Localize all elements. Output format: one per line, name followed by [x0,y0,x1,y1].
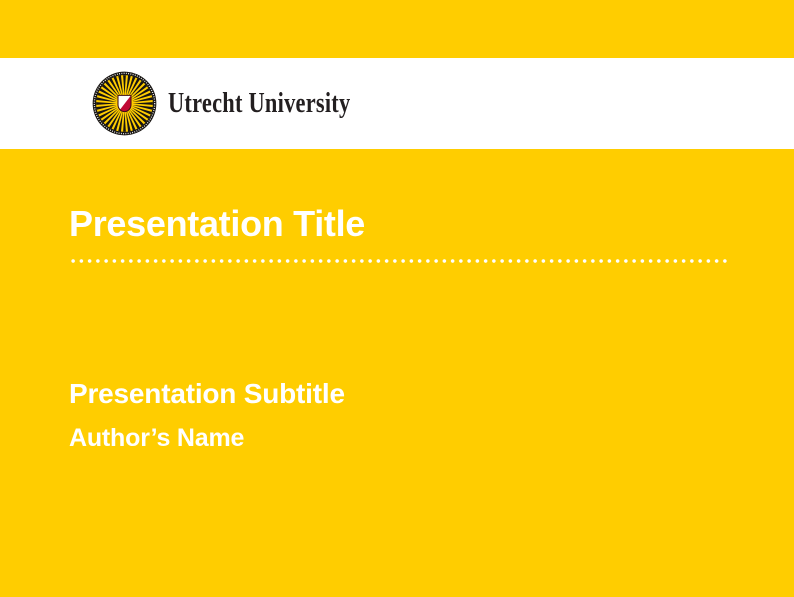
uu-logo: Utrecht University [92,71,396,136]
slide-subtitle: Presentation Subtitle [69,380,345,408]
header-band: Utrecht University [0,58,794,149]
top-accent-bar [0,0,794,58]
author-name: Author’s Name [69,426,244,451]
title-underline-dots [69,257,729,265]
slide-body: Presentation Title Presentation Subtitle… [0,149,794,597]
uu-seal-icon [92,71,157,136]
slide-title: Presentation Title [69,206,365,242]
slide-root: Utrecht University Presentation Title Pr… [0,0,794,597]
uu-wordmark: Utrecht University [168,88,350,120]
